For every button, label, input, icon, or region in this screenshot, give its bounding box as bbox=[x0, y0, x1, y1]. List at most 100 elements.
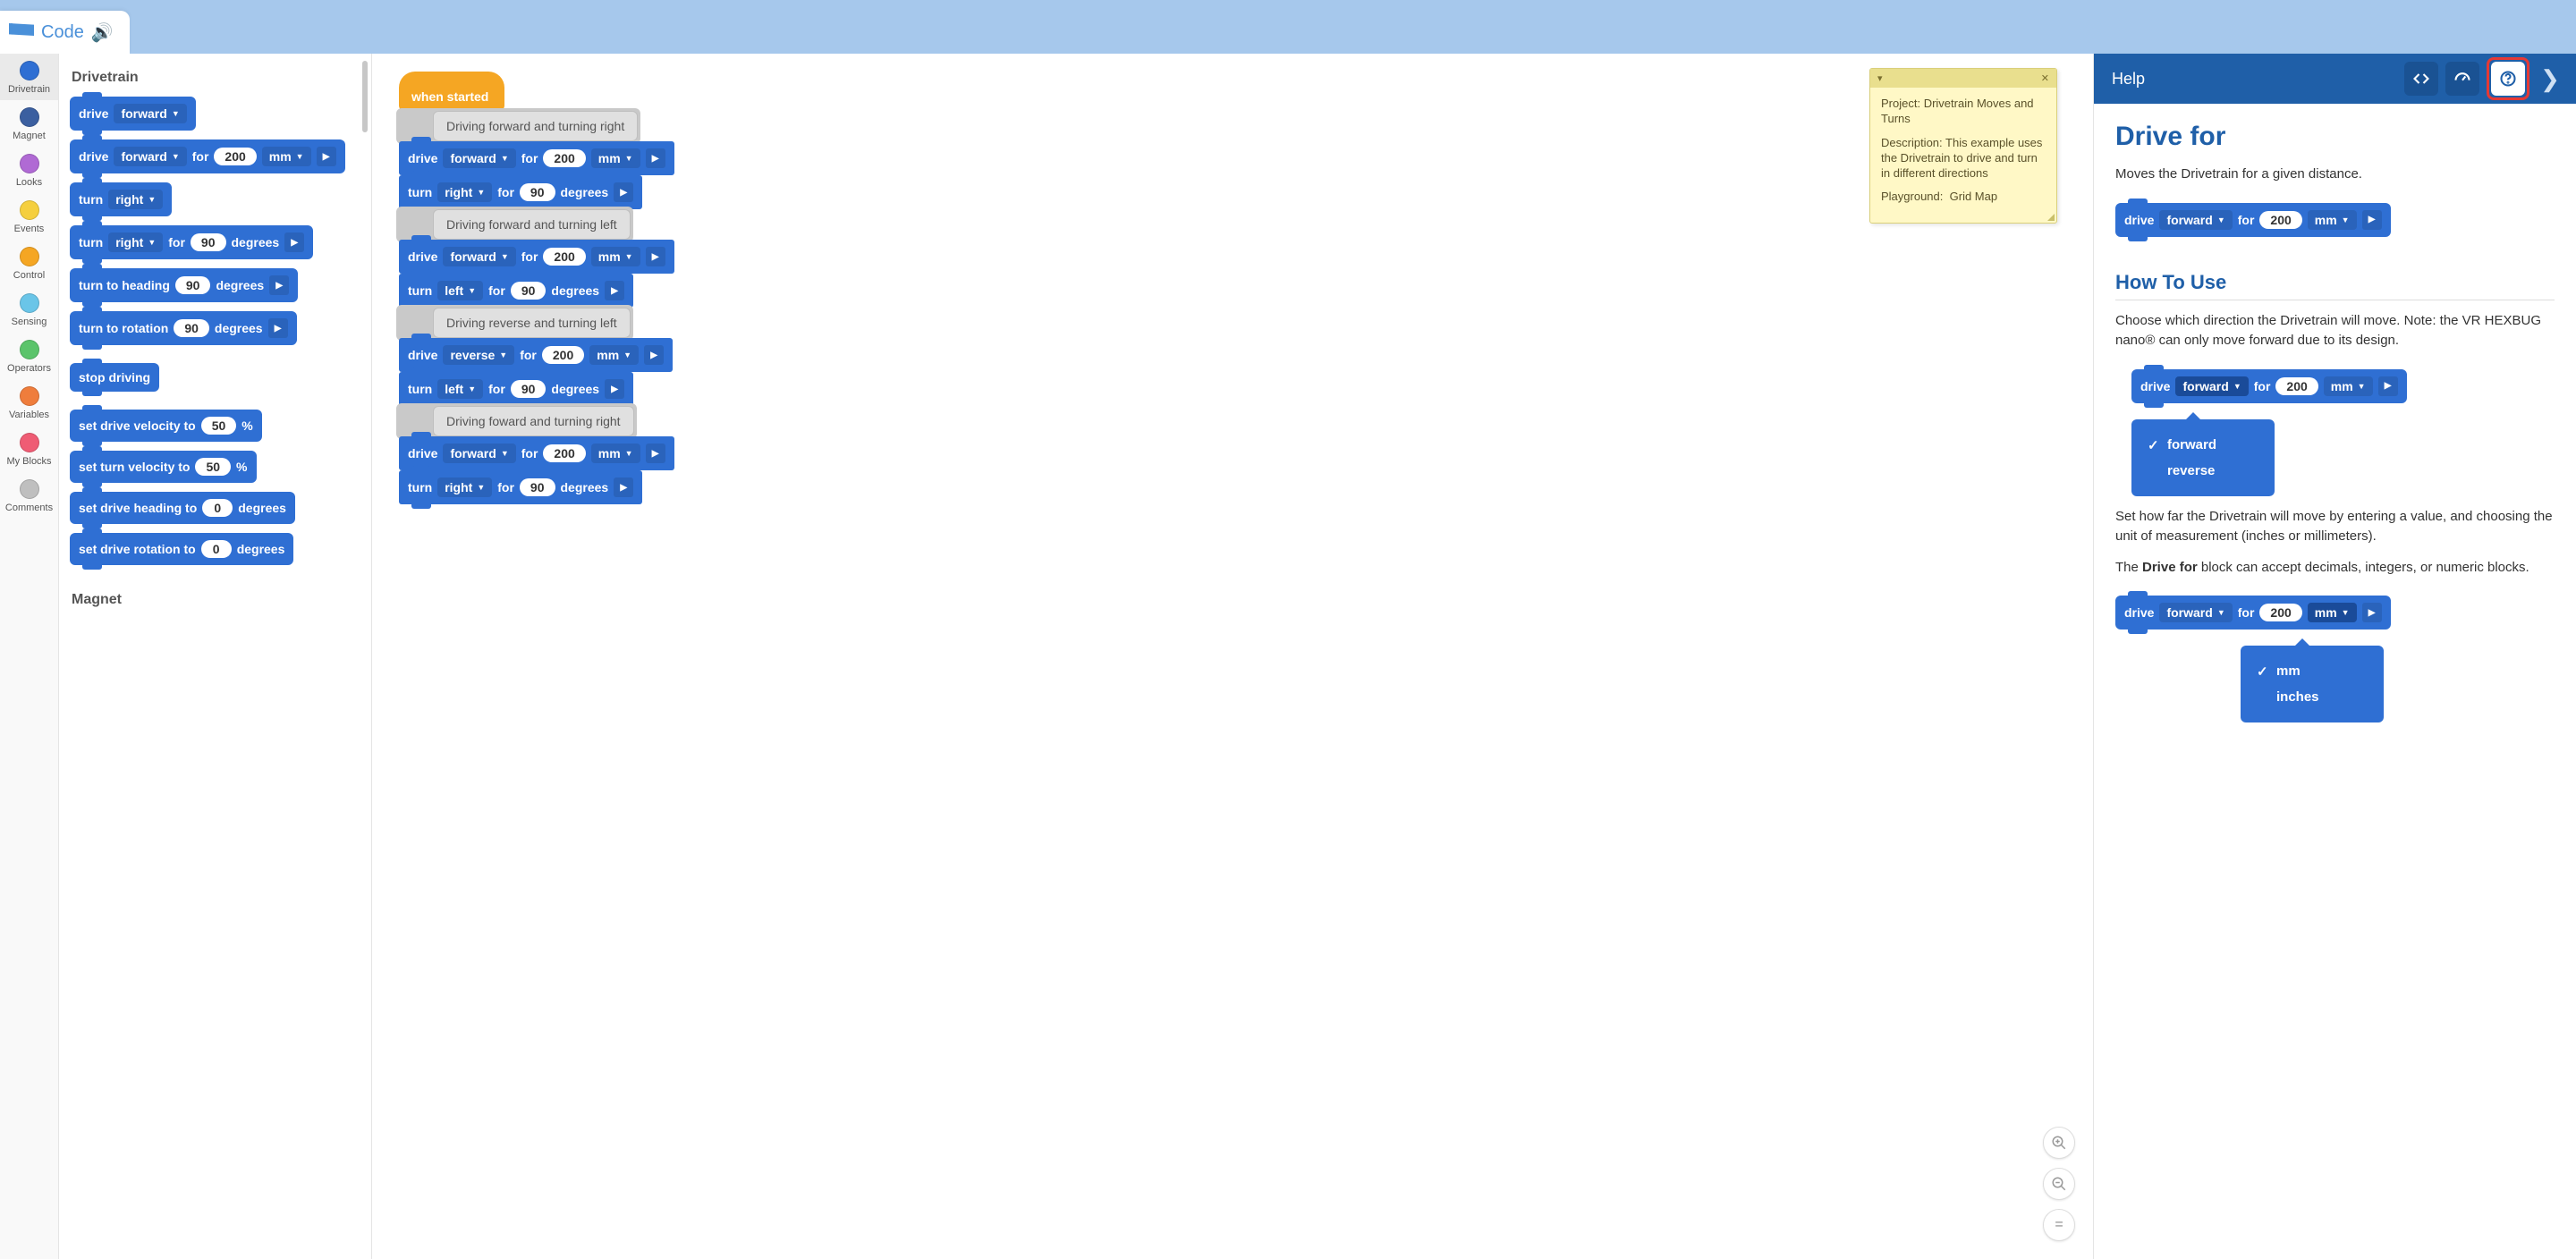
category-dot-icon bbox=[20, 200, 39, 220]
input-rotation[interactable]: 90 bbox=[174, 319, 209, 337]
dropdown-direction[interactable]: forward▼ bbox=[114, 104, 186, 123]
note-close-icon[interactable]: ✕ bbox=[2041, 72, 2049, 84]
dropdown-turn-dir[interactable]: right▼ bbox=[108, 232, 163, 252]
block-drive-forward[interactable]: drive forward▼ bbox=[70, 97, 196, 131]
input-distance[interactable]: 200 bbox=[214, 148, 256, 165]
block-palette[interactable]: Drivetrain drive forward▼ drive forward▼… bbox=[59, 54, 372, 1259]
main-area: Drivetrain Magnet Looks Events Control Sensin… bbox=[0, 54, 2576, 1259]
input-heading[interactable]: 90 bbox=[175, 276, 211, 294]
help-subheading: How To Use bbox=[2115, 271, 2555, 300]
comment-block[interactable]: Driving foward and turning right bbox=[433, 406, 634, 436]
dropdown-option[interactable]: reverse bbox=[2148, 458, 2258, 484]
input-heading-set[interactable]: 0 bbox=[202, 499, 233, 517]
note-header[interactable]: ▾ ✕ bbox=[1870, 69, 2056, 88]
category-magnet[interactable]: Magnet bbox=[0, 100, 58, 147]
block-turn-for[interactable]: turn right▼ for 90 degrees ▶ bbox=[70, 225, 313, 259]
palette-section-drivetrain: Drivetrain bbox=[72, 70, 364, 86]
comment-block[interactable]: Driving forward and turning right bbox=[433, 111, 638, 141]
category-events[interactable]: Events bbox=[0, 193, 58, 240]
sound-icon: 🔊 bbox=[91, 21, 114, 44]
ws-block-turn[interactable]: turn left▼ for 90 degrees ▶ bbox=[399, 372, 633, 406]
help-header: Help ❯ bbox=[2094, 54, 2576, 104]
block-drive-for[interactable]: drive forward▼ for 200 mm▼ ▶ bbox=[70, 139, 345, 173]
ws-block-turn[interactable]: turn right▼ for 90 degrees ▶ bbox=[399, 470, 642, 504]
zoom-out-button[interactable] bbox=[2043, 1168, 2075, 1200]
comment-block[interactable]: Driving forward and turning left bbox=[433, 209, 631, 240]
category-variables[interactable]: Variables bbox=[0, 379, 58, 426]
input-degrees[interactable]: 90 bbox=[191, 233, 226, 251]
block-stop-driving[interactable]: stop driving bbox=[70, 363, 159, 392]
category-operators[interactable]: Operators bbox=[0, 333, 58, 379]
comment-block[interactable]: Driving reverse and turning left bbox=[433, 308, 631, 338]
dropdown-turn-dir[interactable]: right▼ bbox=[108, 190, 163, 209]
expand-icon[interactable]: ▶ bbox=[317, 147, 336, 166]
help-button[interactable] bbox=[2491, 62, 2525, 96]
category-label: Events bbox=[14, 224, 45, 234]
input-rotation-set[interactable]: 0 bbox=[201, 540, 232, 558]
block-set-drive-heading[interactable]: set drive heading to 0 degrees bbox=[70, 492, 295, 524]
block-set-turn-velocity[interactable]: set turn velocity to 50 % bbox=[70, 451, 257, 483]
category-dot-icon bbox=[20, 433, 39, 452]
dropdown-unit[interactable]: mm▼ bbox=[262, 147, 311, 166]
category-label: Magnet bbox=[13, 131, 46, 141]
category-my-blocks[interactable]: My Blocks bbox=[0, 426, 58, 472]
dropdown-direction[interactable]: forward▼ bbox=[114, 147, 186, 166]
note-collapse-icon[interactable]: ▾ bbox=[1877, 72, 1883, 84]
code-tab[interactable]: Code 🔊 bbox=[0, 11, 130, 54]
top-bar: Code 🔊 bbox=[0, 0, 2576, 54]
help-paragraph: The Drive for block can accept decimals,… bbox=[2115, 558, 2555, 579]
help-title: Help bbox=[2112, 70, 2397, 89]
help-example-block-direction: drive forward▼ for 200 mm▼ ▶ bbox=[2131, 369, 2407, 403]
expand-icon[interactable]: ▶ bbox=[268, 318, 288, 338]
category-sensing[interactable]: Sensing bbox=[0, 286, 58, 333]
zoom-reset-button[interactable]: = bbox=[2043, 1209, 2075, 1241]
category-comments[interactable]: Comments bbox=[0, 472, 58, 519]
note-resize-handle[interactable] bbox=[2047, 214, 2055, 221]
category-drivetrain[interactable]: Drivetrain bbox=[0, 54, 58, 100]
unit-dropdown-popover: mm inches bbox=[2241, 646, 2384, 722]
category-dot-icon bbox=[20, 386, 39, 406]
sticky-note[interactable]: ▾ ✕ Project: Drivetrain Moves and Turns … bbox=[1869, 68, 2057, 224]
help-example-block: drive forward▼ for 200 mm▼ ▶ bbox=[2115, 203, 2391, 237]
hat-when-started[interactable]: when started bbox=[399, 72, 504, 111]
category-dot-icon bbox=[20, 479, 39, 499]
input-turn-velocity[interactable]: 50 bbox=[195, 458, 231, 476]
dropdown-option[interactable]: forward bbox=[2148, 432, 2258, 458]
dropdown-option[interactable]: mm bbox=[2257, 658, 2368, 684]
expand-icon[interactable]: ▶ bbox=[269, 275, 289, 295]
zoom-controls: = bbox=[2043, 1127, 2075, 1241]
workspace[interactable]: when started Driving forward and turning… bbox=[372, 54, 2093, 1259]
help-collapse-button[interactable]: ❯ bbox=[2537, 65, 2563, 93]
code-view-button[interactable] bbox=[2404, 62, 2438, 96]
ws-block-drive[interactable]: drive reverse▼ for 200 mm▼ ▶ bbox=[399, 338, 673, 372]
category-dot-icon bbox=[20, 247, 39, 266]
ws-block-drive[interactable]: drive forward▼ for 200 mm▼ ▶ bbox=[399, 436, 674, 470]
category-label: My Blocks bbox=[6, 456, 51, 467]
palette-section-magnet: Magnet bbox=[72, 592, 364, 608]
code-tab-label: Code bbox=[41, 22, 84, 43]
zoom-in-button[interactable] bbox=[2043, 1127, 2075, 1159]
block-turn-to-rotation[interactable]: turn to rotation 90 degrees ▶ bbox=[70, 311, 297, 345]
dropdown-option[interactable]: inches bbox=[2257, 684, 2368, 710]
dashboard-button[interactable] bbox=[2445, 62, 2479, 96]
category-label: Sensing bbox=[12, 317, 47, 327]
block-turn[interactable]: turn right▼ bbox=[70, 182, 172, 216]
ws-block-turn[interactable]: turn left▼ for 90 degrees ▶ bbox=[399, 274, 633, 308]
category-looks[interactable]: Looks bbox=[0, 147, 58, 193]
category-label: Comments bbox=[5, 503, 53, 513]
block-turn-to-heading[interactable]: turn to heading 90 degrees ▶ bbox=[70, 268, 298, 302]
script-stack[interactable]: when started Driving forward and turning… bbox=[399, 72, 674, 504]
category-dot-icon bbox=[20, 107, 39, 127]
help-content[interactable]: Drive for Moves the Drivetrain for a giv… bbox=[2094, 104, 2576, 1259]
ws-block-drive[interactable]: drive forward▼ for 200 mm▼ ▶ bbox=[399, 240, 674, 274]
expand-icon[interactable]: ▶ bbox=[284, 232, 304, 252]
category-control[interactable]: Control bbox=[0, 240, 58, 286]
ws-block-turn[interactable]: turn right▼ for 90 degrees ▶ bbox=[399, 175, 642, 209]
palette-scrollbar[interactable] bbox=[362, 61, 368, 132]
ws-block-drive[interactable]: drive forward▼ for 200 mm▼ ▶ bbox=[399, 141, 674, 175]
category-strip: Drivetrain Magnet Looks Events Control Sensin… bbox=[0, 54, 59, 1259]
input-velocity[interactable]: 50 bbox=[201, 417, 237, 435]
block-set-drive-rotation[interactable]: set drive rotation to 0 degrees bbox=[70, 533, 293, 565]
block-set-drive-velocity[interactable]: set drive velocity to 50 % bbox=[70, 410, 262, 442]
help-button-highlight bbox=[2487, 57, 2529, 100]
